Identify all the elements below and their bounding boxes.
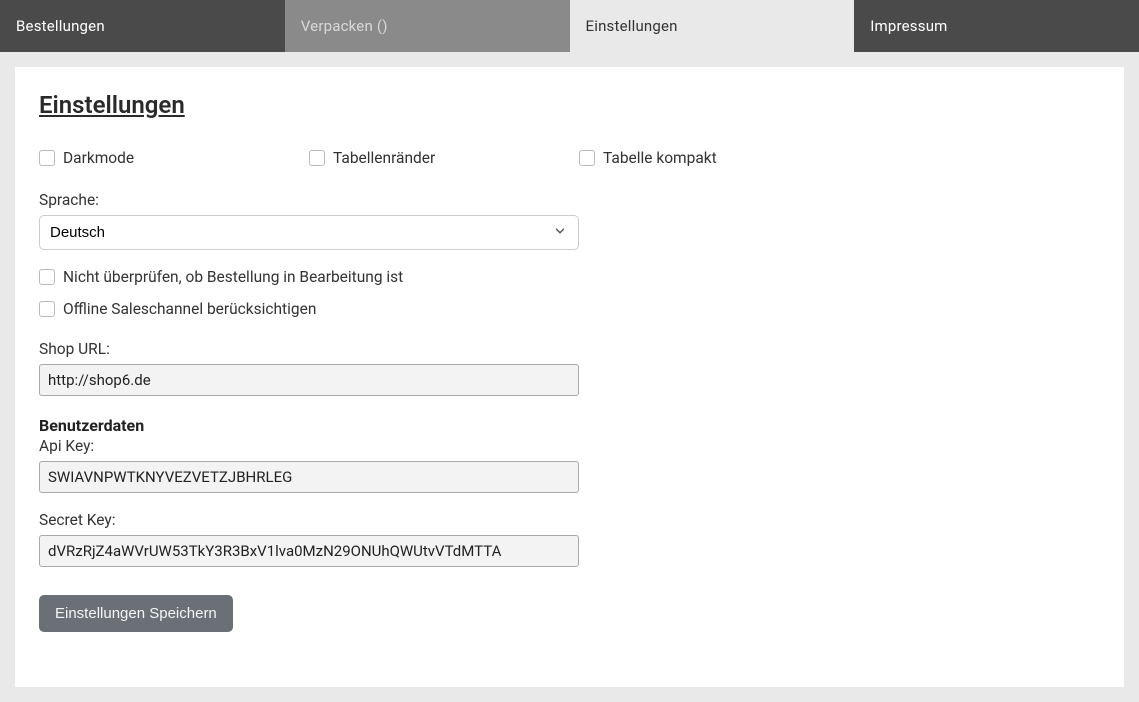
darkmode-group: Darkmode [39,149,309,167]
tab-settings[interactable]: Einstellungen [570,0,855,52]
settings-panel: Einstellungen Darkmode Tabellenränder Ta… [15,67,1124,687]
table-compact-checkbox[interactable] [579,150,595,166]
secret-key-field: Secret Key: [39,511,1100,567]
api-key-label: Api Key: [39,437,1100,455]
secret-key-label: Secret Key: [39,511,1100,529]
shop-url-field: Shop URL: [39,340,1100,396]
content-wrap: Einstellungen Darkmode Tabellenränder Ta… [0,52,1139,702]
no-check-processing-label[interactable]: Nicht überprüfen, ob Bestellung in Bearb… [63,268,403,286]
secret-key-input[interactable] [39,535,579,567]
api-key-field: Api Key: [39,437,1100,493]
language-field: Sprache: Deutsch [39,191,1100,250]
tab-pack[interactable]: Verpacken () [285,0,570,52]
tab-orders[interactable]: Bestellungen [0,0,285,52]
darkmode-checkbox[interactable] [39,150,55,166]
save-settings-button[interactable]: Einstellungen Speichern [39,595,233,632]
table-compact-label[interactable]: Tabelle kompakt [603,149,717,167]
api-key-input[interactable] [39,461,579,493]
no-check-processing-checkbox[interactable] [39,269,55,285]
shop-url-label: Shop URL: [39,340,1100,358]
offline-sales-group: Offline Saleschannel berücksichtigen [39,300,1100,318]
shop-url-input[interactable] [39,364,579,396]
user-data-heading: Benutzerdaten [39,416,1100,435]
offline-sales-checkbox[interactable] [39,301,55,317]
darkmode-label[interactable]: Darkmode [63,149,134,167]
tab-imprint[interactable]: Impressum [854,0,1139,52]
table-borders-group: Tabellenränder [309,149,579,167]
table-borders-label[interactable]: Tabellenränder [333,149,435,167]
offline-sales-label[interactable]: Offline Saleschannel berücksichtigen [63,300,316,318]
language-select-wrap: Deutsch [39,215,579,250]
table-borders-checkbox[interactable] [309,150,325,166]
no-check-processing-group: Nicht überprüfen, ob Bestellung in Bearb… [39,268,1100,286]
language-label: Sprache: [39,191,1100,209]
page-title: Einstellungen [39,91,1100,119]
top-checkbox-row: Darkmode Tabellenränder Tabelle kompakt [39,149,1100,167]
top-tabs: Bestellungen Verpacken () Einstellungen … [0,0,1139,52]
table-compact-group: Tabelle kompakt [579,149,849,167]
language-select[interactable]: Deutsch [39,215,579,250]
